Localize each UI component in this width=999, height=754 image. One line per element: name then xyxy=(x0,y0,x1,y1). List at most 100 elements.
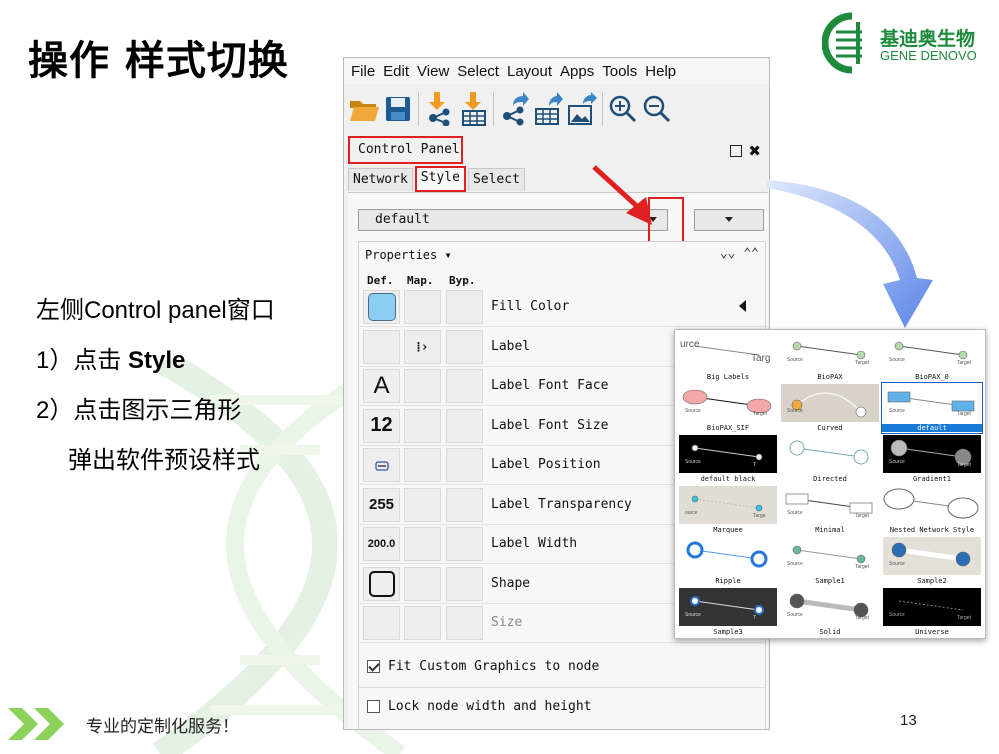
close-panel-icon[interactable]: ✖ xyxy=(748,142,761,160)
mapping-cell[interactable] xyxy=(404,606,441,640)
float-panel-icon[interactable] xyxy=(730,145,743,157)
property-name: Shape xyxy=(491,575,531,591)
zoom-out-icon[interactable] xyxy=(640,89,674,129)
default-value-cell[interactable]: 200.0 xyxy=(363,527,400,561)
default-value-cell[interactable] xyxy=(363,448,400,482)
fit-custom-graphics-label: Fit Custom Graphics to node xyxy=(388,658,600,674)
menu-edit[interactable]: Edit xyxy=(379,63,413,80)
menu-layout[interactable]: Layout xyxy=(503,63,556,80)
preset-style-name: Directed xyxy=(813,475,847,483)
menu-help[interactable]: Help xyxy=(641,63,680,80)
lock-node-size-checkbox[interactable] xyxy=(367,699,380,713)
default-value-cell[interactable] xyxy=(363,566,400,601)
bypass-cell[interactable] xyxy=(446,408,483,443)
preset-style-option[interactable]: Source Curved xyxy=(780,383,880,433)
preset-target-label: Target xyxy=(855,615,870,621)
bypass-cell[interactable] xyxy=(446,329,483,364)
properties-dropdown[interactable]: Properties ▾ xyxy=(365,248,452,262)
zoom-in-icon[interactable] xyxy=(606,89,640,129)
default-value-cell[interactable]: A xyxy=(363,369,400,403)
bypass-cell[interactable] xyxy=(446,369,483,403)
default-value-cell[interactable]: 12 xyxy=(363,408,400,443)
bypass-cell[interactable] xyxy=(446,487,483,522)
toolbar-separator xyxy=(493,92,494,126)
preset-source-label: Source xyxy=(787,612,803,618)
preset-target-label: Target xyxy=(855,360,870,366)
style-options-menu-button[interactable] xyxy=(694,209,764,231)
preset-style-option[interactable]: Source Target Minimal xyxy=(780,485,880,535)
tab-style[interactable]: Style xyxy=(414,166,466,192)
preset-target-label: T xyxy=(753,462,756,468)
preset-style-name: BioPAX_SIF xyxy=(706,424,750,432)
fit-custom-graphics-option[interactable]: Fit Custom Graphics to node xyxy=(367,654,599,678)
export-network-icon[interactable] xyxy=(497,89,531,129)
export-image-icon[interactable] xyxy=(565,89,599,129)
default-value-cell[interactable]: 255 xyxy=(363,487,400,522)
mapping-cell[interactable] xyxy=(404,566,441,601)
mapping-cell[interactable] xyxy=(404,487,441,522)
mapping-cell[interactable] xyxy=(404,290,441,324)
logo-english-name: GENE DENOVO xyxy=(880,48,977,63)
preset-style-option[interactable]: Source Target BioPAX_0 xyxy=(882,332,982,382)
bypass-cell[interactable] xyxy=(446,566,483,601)
preset-style-option[interactable]: Source Target BioPAX xyxy=(780,332,880,382)
fill-color-swatch xyxy=(367,293,396,321)
preset-style-option[interactable]: Source Target BioPAX_SIF xyxy=(678,383,778,433)
mapping-cell[interactable] xyxy=(404,408,441,443)
instruction-line-2-bold: Style xyxy=(128,347,186,374)
preset-style-option[interactable]: Source Target Solid xyxy=(780,587,880,637)
preset-thumbnail: Source T xyxy=(679,435,777,473)
preset-style-option[interactable]: Source Target default xyxy=(881,382,983,434)
tab-select[interactable]: Select xyxy=(467,168,525,191)
menu-view[interactable]: View xyxy=(413,63,453,80)
preset-style-option[interactable]: Source Target Universe xyxy=(882,587,982,637)
export-table-icon[interactable] xyxy=(531,89,565,129)
preset-style-name: Minimal xyxy=(815,526,845,534)
mapping-cell[interactable] xyxy=(404,448,441,482)
preset-style-option[interactable]: urce Targ Big Labels xyxy=(678,332,778,382)
preset-style-option[interactable]: Source T Sample3 xyxy=(678,587,778,637)
bypass-cell[interactable] xyxy=(446,606,483,640)
preset-style-name: Sample3 xyxy=(713,628,743,636)
bypass-cell[interactable] xyxy=(446,527,483,561)
bypass-cell[interactable] xyxy=(446,290,483,324)
preset-source-label: Source xyxy=(889,612,905,618)
fit-custom-graphics-checkbox[interactable] xyxy=(367,659,380,673)
menu-tools[interactable]: Tools xyxy=(598,63,641,80)
expand-triangle-icon[interactable] xyxy=(739,300,746,312)
default-value-cell[interactable] xyxy=(363,606,400,640)
preset-style-option[interactable]: Nested Network Style xyxy=(882,485,982,535)
menu-apps[interactable]: Apps xyxy=(556,63,598,80)
open-folder-icon[interactable] xyxy=(347,89,381,129)
preset-style-option[interactable]: Source Tdefault black xyxy=(678,434,778,484)
preset-style-option[interactable]: Directed xyxy=(780,434,880,484)
mapping-cell[interactable] xyxy=(404,369,441,403)
preset-thumbnail: urce Targ xyxy=(679,333,777,371)
property-name: Size xyxy=(491,615,523,630)
default-value-cell[interactable] xyxy=(363,290,400,324)
preset-style-option[interactable]: Source Target Gradient1 xyxy=(882,434,982,484)
property-name: Label Position xyxy=(491,457,601,472)
mapping-cell[interactable]: ⁞› xyxy=(404,329,441,364)
property-row[interactable]: Fill Color xyxy=(359,288,765,327)
preset-style-option[interactable]: Source Target Sample1 xyxy=(780,536,880,586)
mapping-cell[interactable] xyxy=(404,527,441,561)
bypass-cell[interactable] xyxy=(446,448,483,482)
import-network-icon[interactable] xyxy=(422,89,456,129)
menu-file[interactable]: File xyxy=(347,63,379,80)
save-icon[interactable] xyxy=(381,89,415,129)
preset-style-option[interactable]: Ripple xyxy=(678,536,778,586)
import-table-icon[interactable] xyxy=(456,89,490,129)
preset-style-name: Nested Network Style xyxy=(889,526,975,534)
preset-target-label: Target xyxy=(957,615,972,621)
menu-select[interactable]: Select xyxy=(453,63,503,80)
default-value-cell[interactable] xyxy=(363,329,400,364)
preset-source-label: ource xyxy=(685,510,698,516)
lock-node-size-option[interactable]: Lock node width and height xyxy=(367,694,592,718)
menu-bar: File Edit View Select Layout Apps Tools … xyxy=(344,58,769,84)
default-value-text: 12 xyxy=(370,414,393,436)
preset-style-option[interactable]: ource Targe Marquee xyxy=(678,485,778,535)
tab-network[interactable]: Network xyxy=(348,168,413,191)
preset-style-option[interactable]: Source Sample2 xyxy=(882,536,982,586)
collapse-expand-icons[interactable]: ⌄⌄ ⌃⌃ xyxy=(720,246,759,261)
